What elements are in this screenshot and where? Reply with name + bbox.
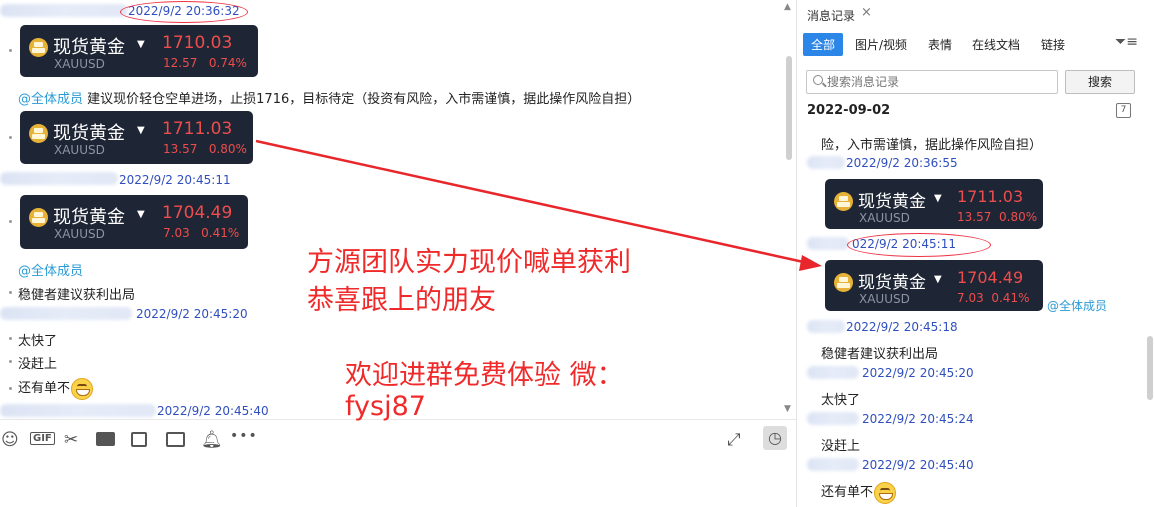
red-arrow: [255, 139, 822, 271]
app-window: 2022/9/2 20:36:32 现货黄金 ▼ XAUUSD 1710.03 …: [0, 0, 1154, 507]
